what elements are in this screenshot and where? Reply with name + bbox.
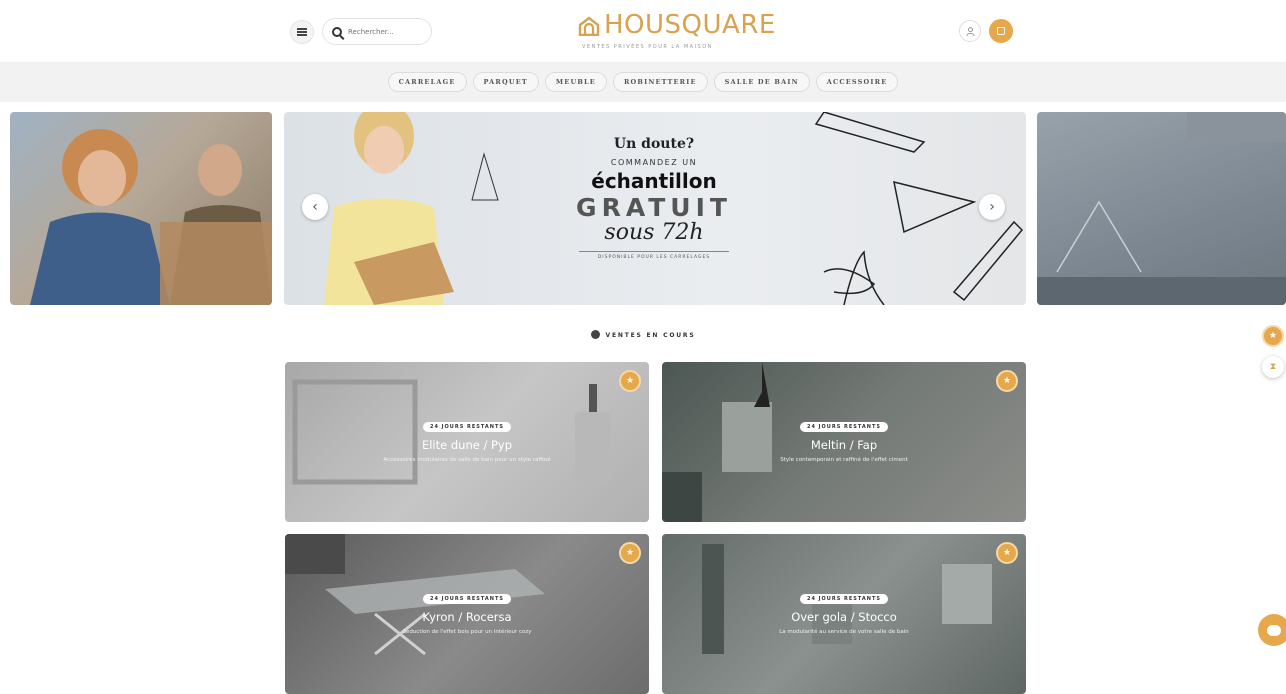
- house-logo-icon: [578, 16, 600, 36]
- sale-card[interactable]: 24 JOURS RESTANTS Elite dune / Pyp Acces…: [285, 362, 649, 522]
- account-button[interactable]: [959, 20, 981, 42]
- slide-current[interactable]: Un doute? COMMANDEZ UN échantillon GRATU…: [284, 112, 1026, 305]
- days-left-badge: 24 JOURS RESTANTS: [799, 593, 889, 604]
- sale-card[interactable]: 24 JOURS RESTANTS Kyron / Rocersa Séduct…: [285, 534, 649, 694]
- triangle-ruler-drawing: [471, 152, 499, 201]
- logo-text: HOUSQUARE: [604, 10, 776, 40]
- slider-prev-button[interactable]: ‹: [302, 194, 328, 220]
- sale-card-overlay: 24 JOURS RESTANTS Over gola / Stocco La …: [662, 534, 1026, 694]
- section-dot-icon: [590, 330, 600, 339]
- section-title-ventes: VENTES EN COURS: [0, 330, 1286, 339]
- star-icon: ★: [625, 548, 635, 558]
- sale-card-overlay: 24 JOURS RESTANTS Kyron / Rocersa Séduct…: [285, 534, 649, 694]
- slide-photo-interior: [1037, 112, 1286, 305]
- favorite-star-button[interactable]: ★: [996, 370, 1018, 392]
- user-icon: [965, 26, 975, 36]
- floating-favorites-button[interactable]: ★: [1262, 325, 1284, 347]
- sale-title: Kyron / Rocersa: [422, 609, 512, 624]
- category-nav: CARRELAGE PARQUET MEUBLE ROBINETTERIE SA…: [0, 62, 1286, 102]
- slider-next-button[interactable]: ›: [979, 194, 1005, 220]
- chevron-right-icon: ›: [989, 199, 995, 215]
- slide-previous[interactable]: [10, 112, 272, 305]
- sale-title: Over gola / Stocco: [791, 609, 897, 624]
- promo-line-2: échantillon: [591, 169, 717, 193]
- days-left-badge: 24 JOURS RESTANTS: [422, 421, 512, 432]
- sale-subtitle: Séduction de l'effet bois pour un intéri…: [402, 628, 532, 635]
- sale-subtitle: La modularité au service de votre salle …: [779, 628, 909, 635]
- sale-title: Meltin / Fap: [810, 437, 878, 452]
- category-robinetterie[interactable]: ROBINETTERIE: [612, 72, 708, 92]
- search-icon: [332, 26, 342, 37]
- category-salle-de-bain[interactable]: SALLE DE BAIN: [713, 72, 810, 92]
- cart-button[interactable]: [989, 19, 1013, 43]
- search-box[interactable]: [322, 18, 432, 45]
- star-icon: ★: [1002, 548, 1012, 558]
- category-parquet[interactable]: PARQUET: [472, 72, 539, 92]
- star-icon: ★: [625, 376, 635, 386]
- logo-tagline: VENTES PRIVÉES POUR LA MAISON: [582, 44, 713, 50]
- promo-line-3: GRATUIT: [576, 193, 732, 222]
- floating-timer-button[interactable]: ⧗: [1262, 356, 1284, 378]
- promo-question: Un doute?: [613, 136, 695, 152]
- sale-subtitle: Accessoires modulaires de salle de bain …: [383, 456, 551, 463]
- favorite-star-button[interactable]: ★: [619, 542, 641, 564]
- star-icon: ★: [1002, 376, 1012, 386]
- favorite-star-button[interactable]: ★: [619, 370, 641, 392]
- sale-card-overlay: 24 JOURS RESTANTS Meltin / Fap Style con…: [662, 362, 1026, 522]
- sale-card[interactable]: 24 JOURS RESTANTS Meltin / Fap Style con…: [662, 362, 1026, 522]
- promo-line-4: sous 72h: [604, 220, 704, 245]
- section-title-text: VENTES EN COURS: [605, 332, 696, 339]
- category-meuble[interactable]: MEUBLE: [544, 72, 607, 92]
- search-input[interactable]: [348, 27, 428, 36]
- sale-subtitle: Style contemporain et raffiné de l'effet…: [780, 456, 908, 463]
- site-header: HOUSQUARE VENTES PRIVÉES POUR LA MAISON: [0, 0, 1286, 62]
- site-logo[interactable]: HOUSQUARE VENTES PRIVÉES POUR LA MAISON: [578, 10, 775, 54]
- cart-icon: [997, 27, 1005, 35]
- promo-line-1: COMMANDEZ UN: [610, 158, 698, 167]
- chat-bubble-icon: [1267, 624, 1281, 636]
- sale-title: Elite dune / Pyp: [421, 437, 513, 452]
- hamburger-icon: [297, 28, 307, 36]
- chat-button[interactable]: [1258, 614, 1286, 646]
- promo-text-block: Un doute? COMMANDEZ UN échantillon GRATU…: [574, 136, 734, 260]
- favorite-star-button[interactable]: ★: [996, 542, 1018, 564]
- days-left-badge: 24 JOURS RESTANTS: [422, 593, 512, 604]
- promo-note: DISPONIBLE POUR LES CARRELAGES: [579, 251, 729, 260]
- hamburger-menu-button[interactable]: [290, 20, 314, 44]
- days-left-badge: 24 JOURS RESTANTS: [799, 421, 889, 432]
- slide-photo-women-laptop: [30, 129, 272, 305]
- slide-next[interactable]: [1037, 112, 1286, 305]
- sale-card-overlay: 24 JOURS RESTANTS Elite dune / Pyp Acces…: [285, 362, 649, 522]
- sale-card[interactable]: 24 JOURS RESTANTS Over gola / Stocco La …: [662, 534, 1026, 694]
- star-icon: ★: [1268, 331, 1278, 341]
- category-carrelage[interactable]: CARRELAGE: [387, 72, 467, 92]
- chevron-left-icon: ‹: [312, 199, 318, 215]
- hourglass-icon: ⧗: [1269, 362, 1277, 372]
- category-accessoire[interactable]: ACCESSOIRE: [815, 72, 899, 92]
